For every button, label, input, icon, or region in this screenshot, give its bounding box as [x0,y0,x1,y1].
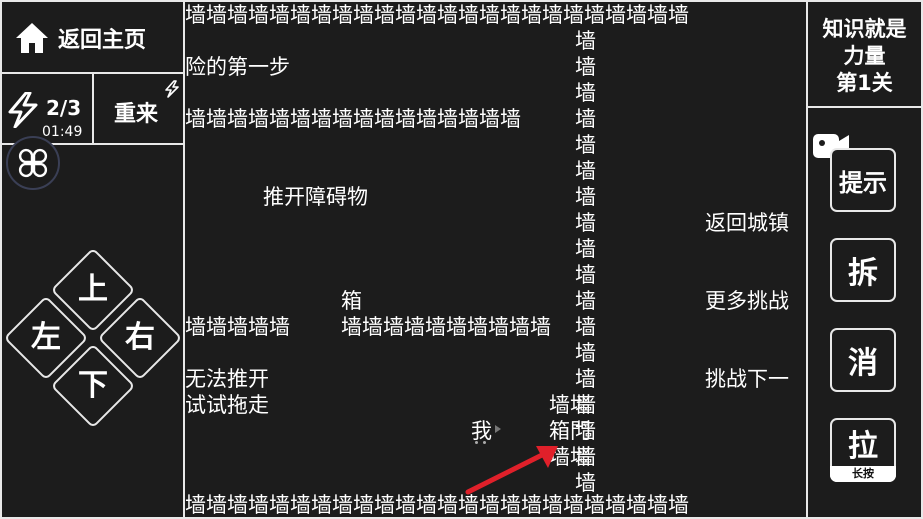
wall-column-cell: 墙 [575,185,596,209]
pull-hold-hint: 长按 [830,466,896,482]
text-push-obstacle: 推开障碍物 [263,185,368,209]
clover-menu-icon [18,148,48,178]
wall-column-cell: 墙 [575,341,596,365]
eliminate-button[interactable]: 消 [830,328,896,392]
energy-timer: 01:49 [42,124,83,140]
dpad-left-button[interactable]: 左 [16,318,76,358]
wall-row-8-left: 墙墙墙墙墙 [185,315,290,339]
eliminate-label: 消 [848,346,878,381]
wall-column-cell: 墙 [575,55,596,79]
wall-column-cell: 墙 [575,367,596,391]
text-more-challenge[interactable]: 更多挑战 [705,288,789,314]
restart-button[interactable]: 重来 [94,74,184,142]
level-title: 知识就是 力量 第1关 [808,16,921,97]
wall-column-cell: 墙 [575,393,596,417]
title-line-1: 知识就是 [822,17,907,41]
wall-column-cell: 墙 [575,237,596,261]
wall-column-cell: 墙 [575,315,596,339]
left-panel-border [0,0,2,519]
text-adventure-step: 险的第一步 [185,55,290,79]
dismantle-label: 拆 [848,256,878,291]
player-direction-icon [495,425,501,433]
wall-column-cell: 墙 [575,419,596,443]
home-icon [16,23,48,53]
wall-column-cell: 墙 [575,471,596,495]
text-cannot-push: 无法推开 [185,367,269,391]
dpad-right-button[interactable]: 右 [110,318,170,358]
pull-label: 拉 [848,429,878,464]
wall-bottom-row: 墙墙墙墙墙墙墙墙墙墙墙墙墙墙墙墙墙墙墙墙墙墙墙墙 [185,493,689,517]
energy-count: 2/3 [46,96,82,120]
dismantle-button[interactable]: 拆 [830,238,896,302]
text-try-drag: 试试拖走 [185,393,269,417]
restart-label: 重来 [114,102,159,127]
wall-column-cell: 墙 [575,289,596,313]
wall-column-cell: 墙 [575,211,596,235]
text-next-challenge[interactable]: 挑战下一 [705,366,789,392]
right-header-divider [806,106,923,108]
wall-column-cell: 墙 [575,133,596,157]
wall-row-8-right: 墙墙墙墙墙墙墙墙墙墙 [341,315,551,339]
wall-column-cell: 墙 [575,107,596,131]
back-home-label: 返回主页 [58,28,147,53]
wall-column-cell: 墙 [575,81,596,105]
box-block[interactable]: 箱 [341,288,362,314]
wall-column-cell: 墙 [575,445,596,469]
wall-column-cell: 墙 [575,29,596,53]
wall-row-2: 墙墙墙墙墙墙墙墙墙墙墙墙墙墙墙墙 [185,107,521,131]
level-number: 第1关 [836,71,893,95]
wall-column-cell: 墙 [575,263,596,287]
dpad-down-button[interactable]: 下 [63,366,123,406]
menu-button[interactable] [6,136,60,190]
hint-arrow-icon [465,446,558,495]
text-back-town[interactable]: 返回城镇 [705,210,789,236]
energy-indicator: 2/3 01:49 [6,86,92,142]
wall-column-cell: 墙 [575,159,596,183]
lightning-small-icon [165,80,179,98]
lightning-icon [8,92,38,128]
hint-label: 提示 [839,168,887,197]
dpad-up-button[interactable]: 上 [63,270,123,310]
wall-top-row: 墙墙墙墙墙墙墙墙墙墙墙墙墙墙墙墙墙墙墙墙墙墙墙墙 [185,3,689,27]
hint-button[interactable]: 提示 [830,148,896,212]
back-home-button[interactable]: 返回主页 [14,18,174,58]
pull-button[interactable]: 拉 长按 [830,418,896,482]
title-line-2: 力量 [843,44,886,68]
